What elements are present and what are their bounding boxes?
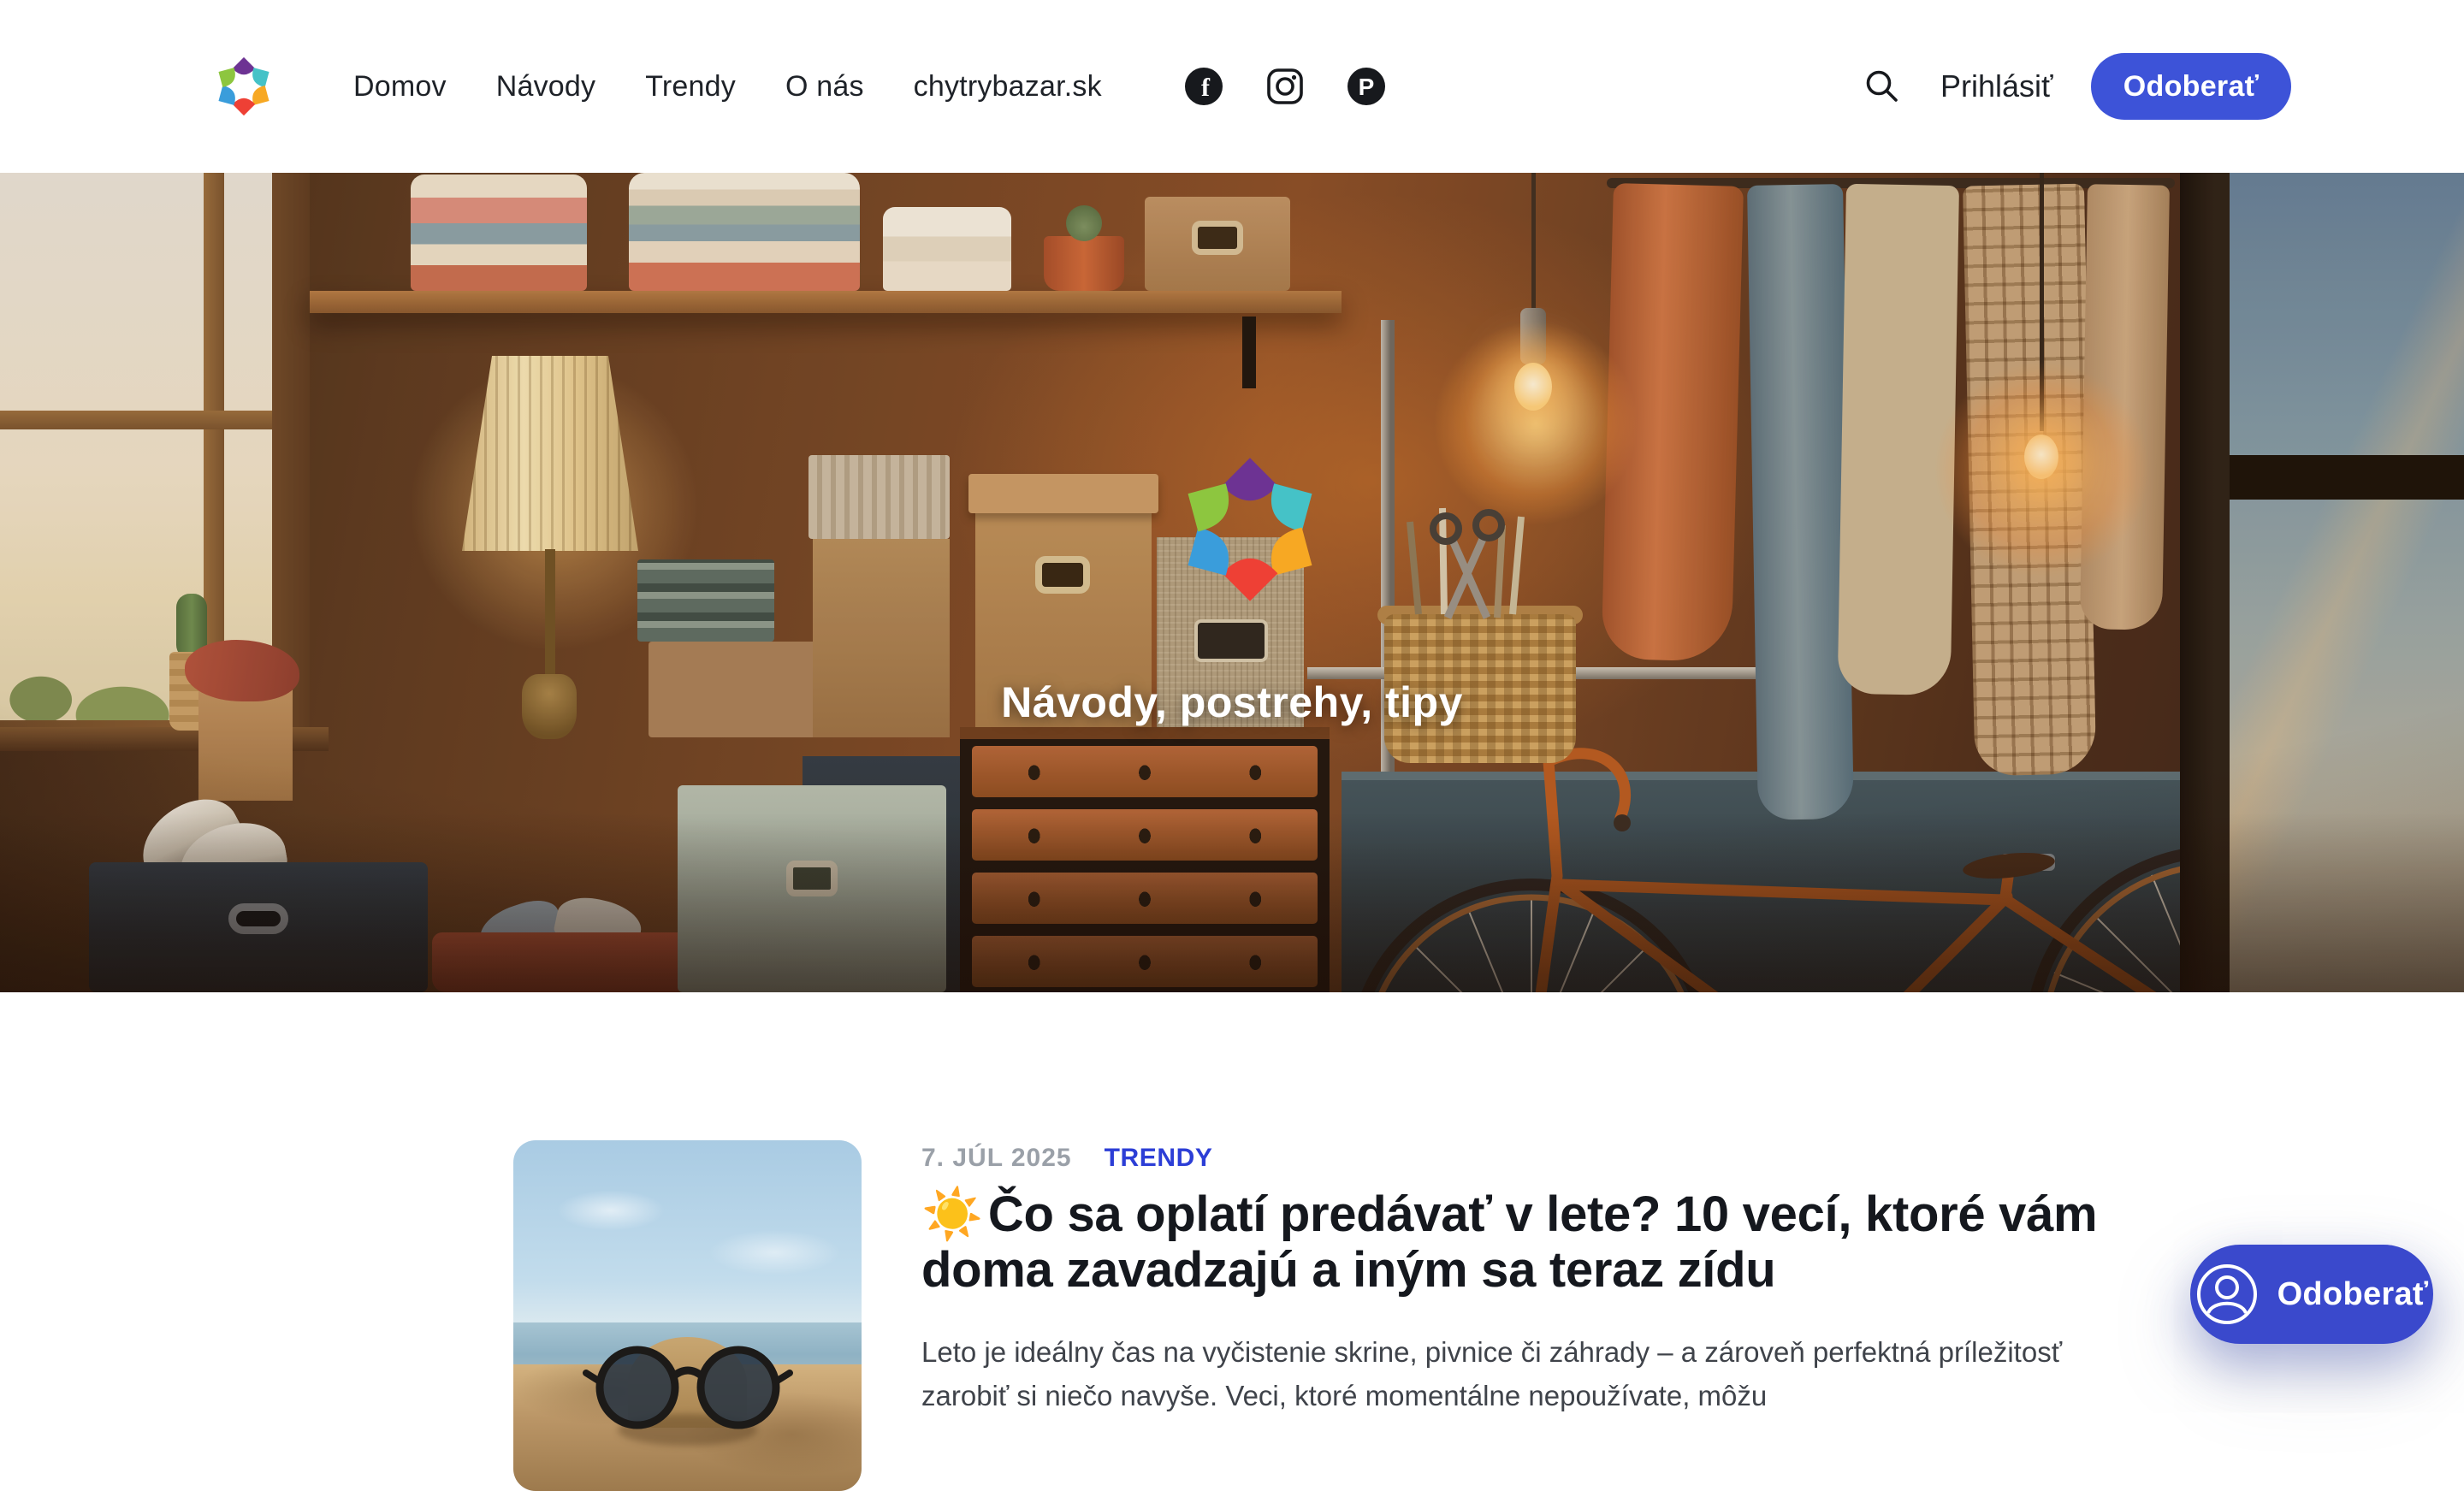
hero-banner: Návody, postrehy, tipy bbox=[0, 173, 2464, 992]
article-meta: 7. JÚL 2025 TRENDY bbox=[921, 1144, 1213, 1173]
hero-tagline: Návody, postrehy, tipy bbox=[0, 677, 2464, 727]
user-circle-icon bbox=[2195, 1263, 2259, 1326]
article-title[interactable]: ☀️Čo sa oplatí predávať v lete? 10 vecí,… bbox=[921, 1187, 2205, 1299]
nav-item-chytrybazar[interactable]: chytrybazar.sk bbox=[914, 70, 1102, 104]
pinterest-icon[interactable]: P bbox=[1347, 67, 1386, 106]
site-logo[interactable] bbox=[216, 53, 272, 120]
article-thumbnail[interactable] bbox=[513, 1140, 862, 1491]
subscribe-button[interactable]: Odoberať bbox=[2091, 53, 2291, 120]
svg-text:P: P bbox=[1359, 74, 1375, 100]
sunglasses-icon bbox=[581, 1340, 795, 1435]
facebook-icon[interactable]: f bbox=[1184, 67, 1223, 106]
brand-petals-icon bbox=[216, 53, 272, 120]
article-category-link[interactable]: TRENDY bbox=[1105, 1144, 1213, 1173]
nav-item-navody[interactable]: Návody bbox=[496, 70, 595, 104]
hero-logo-watermark bbox=[1181, 448, 1319, 611]
main-nav: Domov Návody Trendy O nás chytrybazar.sk bbox=[353, 0, 1102, 173]
article-title-text: Čo sa oplatí predávať v lete? 10 vecí, k… bbox=[921, 1186, 2097, 1298]
svg-text:f: f bbox=[1201, 74, 1211, 102]
floating-subscribe-button[interactable]: Odoberať bbox=[2190, 1245, 2433, 1344]
sun-emoji-icon: ☀️ bbox=[921, 1186, 983, 1242]
article-date: 7. JÚL 2025 bbox=[921, 1144, 1072, 1173]
nav-item-trendy[interactable]: Trendy bbox=[645, 70, 736, 104]
nav-item-o-nas[interactable]: O nás bbox=[785, 70, 864, 104]
instagram-icon[interactable] bbox=[1265, 67, 1305, 106]
social-links: f P bbox=[1184, 0, 1386, 173]
floating-subscribe-label: Odoberať bbox=[2277, 1276, 2429, 1313]
nav-item-domov[interactable]: Domov bbox=[353, 70, 447, 104]
search-icon[interactable] bbox=[1863, 68, 1901, 105]
login-link[interactable]: Prihlásiť bbox=[1940, 0, 2053, 173]
article-excerpt: Leto je ideálny čas na vyčistenie skrine… bbox=[921, 1330, 2136, 1417]
top-navigation-bar: Domov Návody Trendy O nás chytrybazar.sk… bbox=[0, 0, 2464, 173]
